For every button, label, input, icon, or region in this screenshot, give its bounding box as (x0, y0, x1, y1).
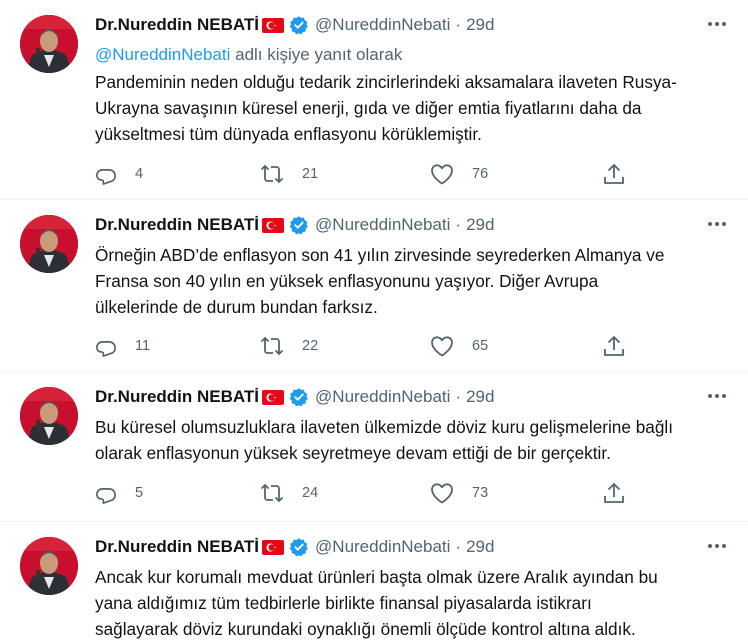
author-handle[interactable]: @NureddinNebati (315, 537, 450, 557)
reply-context: @NureddinNebati adlı kişiye yanıt olarak (95, 45, 402, 65)
verified-badge-icon (289, 215, 309, 235)
tweet-text: Pandeminin neden olduğu tedarik zincirle… (95, 69, 735, 147)
more-icon[interactable] (705, 214, 729, 234)
share-button[interactable] (603, 333, 625, 359)
reply-count: 4 (135, 166, 144, 182)
tweet-header: Dr.Nureddin NEBATİ @NureddinNebati · 29d (95, 212, 494, 238)
share-button[interactable] (603, 480, 625, 506)
tweet-text-line: yana aldığımız tüm tedbirlerle birlikte … (95, 593, 592, 613)
share-button[interactable] (603, 161, 625, 187)
like-count: 65 (472, 338, 489, 354)
more-icon[interactable] (705, 386, 729, 406)
tweet-text-line: Bu küresel olumsuzluklara ilaveten ülkem… (95, 417, 673, 437)
retweet-button[interactable]: 24 (260, 480, 318, 506)
avatar[interactable] (20, 15, 78, 73)
reply-button[interactable]: 11 (95, 333, 150, 359)
tweet-header: Dr.Nureddin NEBATİ @NureddinNebati · 29d (95, 384, 494, 410)
separator-dot: · (455, 15, 462, 34)
tweet-actions: 5 24 73 (95, 480, 635, 506)
author-handle[interactable]: @NureddinNebati (315, 387, 450, 407)
tweet-text-line: ülkelerinde de durum bundan farksız. (95, 297, 378, 317)
separator-dot: · (455, 215, 462, 234)
tweet-text: Bu küresel olumsuzluklara ilaveten ülkem… (95, 414, 735, 466)
verified-badge-icon (289, 15, 309, 35)
tweet-text-line: Ancak kur korumalı mevduat ürünleri başt… (95, 567, 658, 587)
retweet-button[interactable]: 22 (260, 333, 318, 359)
retweet-button[interactable]: 21 (260, 161, 318, 187)
turkey-flag-icon (262, 17, 285, 33)
like-count: 73 (472, 485, 489, 501)
tweet-text-line: sağlayarak döviz kurundaki oynaklığı öne… (95, 619, 636, 639)
retweet-count: 21 (302, 166, 319, 182)
author-handle[interactable]: @NureddinNebati (315, 15, 450, 35)
retweet-icon (260, 336, 284, 356)
timestamp[interactable]: 29d (466, 537, 494, 557)
turkey-flag-icon (262, 217, 285, 233)
retweet-count: 24 (302, 485, 319, 501)
tweet-text-line: yükseltmesi tüm dünyada enflasyonu körük… (95, 124, 482, 144)
tweet-text: Örneğin ABD’de enflasyon son 41 yılın zi… (95, 242, 735, 320)
verified-badge-icon (289, 537, 309, 557)
separator-dot: · (455, 537, 462, 556)
timestamp[interactable]: 29d (466, 387, 494, 407)
retweet-icon (260, 164, 284, 184)
author-name[interactable]: Dr.Nureddin NEBATİ (95, 215, 259, 235)
tweet[interactable]: Dr.Nureddin NEBATİ @NureddinNebati · 29d… (0, 200, 748, 372)
tweet-text-line: Pandeminin neden olduğu tedarik zincirle… (95, 72, 677, 92)
tweet-text-line: olarak enflasyonun yüksek seyretmeye dev… (95, 443, 611, 463)
tweet-header: Dr.Nureddin NEBATİ @NureddinNebati · 29d (95, 12, 494, 38)
turkey-flag-icon (262, 389, 285, 405)
tweet-text-line: Fransa son 40 yılın en yüksek enflasyonu… (95, 271, 599, 291)
like-button[interactable]: 73 (430, 480, 488, 506)
share-icon (604, 335, 624, 356)
separator-dot: · (455, 387, 462, 406)
like-button[interactable]: 65 (430, 333, 488, 359)
more-icon[interactable] (705, 14, 729, 34)
reply-button[interactable]: 5 (95, 480, 143, 506)
retweet-icon (260, 483, 284, 503)
more-icon[interactable] (705, 536, 729, 556)
reply-count: 5 (135, 485, 144, 501)
tweet-text-line: Ukrayna savaşının küresel enerji, gıda v… (95, 98, 642, 118)
tweet[interactable]: Dr.Nureddin NEBATİ @NureddinNebati · 29d… (0, 372, 748, 522)
reply-count: 11 (135, 338, 151, 354)
author-name[interactable]: Dr.Nureddin NEBATİ (95, 15, 259, 35)
avatar[interactable] (20, 387, 78, 445)
reply-icon (96, 169, 116, 185)
heart-icon (431, 483, 453, 504)
verified-badge-icon (289, 387, 309, 407)
turkey-flag-icon (262, 539, 285, 555)
avatar[interactable] (20, 537, 78, 595)
tweet-actions: 11 22 65 (95, 333, 635, 359)
reply-icon (96, 341, 116, 357)
author-name[interactable]: Dr.Nureddin NEBATİ (95, 387, 259, 407)
tweet-actions: 4 21 76 (95, 161, 635, 187)
timestamp[interactable]: 29d (466, 215, 494, 235)
heart-icon (431, 336, 453, 357)
reply-button[interactable]: 4 (95, 161, 143, 187)
share-icon (604, 163, 624, 184)
tweet[interactable]: Dr.Nureddin NEBATİ @NureddinNebati · 29d… (0, 0, 748, 200)
share-icon (604, 482, 624, 503)
tweet-header: Dr.Nureddin NEBATİ @NureddinNebati · 29d (95, 534, 494, 560)
reply-mention-link[interactable]: @NureddinNebati (95, 45, 230, 64)
heart-icon (431, 164, 453, 185)
tweet[interactable]: Dr.Nureddin NEBATİ @NureddinNebati · 29d… (0, 522, 748, 644)
like-button[interactable]: 76 (430, 161, 488, 187)
tweet-text-line: Örneğin ABD’de enflasyon son 41 yılın zi… (95, 245, 665, 265)
like-count: 76 (472, 166, 489, 182)
tweet-text: Ancak kur korumalı mevduat ürünleri başt… (95, 564, 735, 642)
retweet-count: 22 (302, 338, 319, 354)
author-name[interactable]: Dr.Nureddin NEBATİ (95, 537, 259, 557)
avatar[interactable] (20, 215, 78, 273)
reply-context-text: adlı kişiye yanıt olarak (230, 45, 403, 64)
timestamp[interactable]: 29d (466, 15, 494, 35)
reply-icon (96, 488, 116, 504)
author-handle[interactable]: @NureddinNebati (315, 215, 450, 235)
